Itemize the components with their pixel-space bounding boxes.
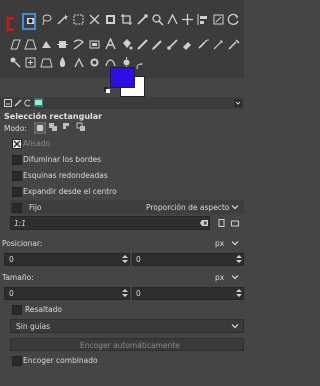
lasso-icon[interactable] <box>40 13 53 26</box>
unified-transform-icon[interactable] <box>40 38 53 51</box>
move-icon[interactable] <box>181 13 194 26</box>
antialias-checkbox[interactable] <box>12 139 22 149</box>
chevron-down-icon[interactable] <box>231 322 239 330</box>
configure-tab-icon[interactable] <box>234 99 242 107</box>
size-width-value: 0 <box>9 289 14 298</box>
heal-icon[interactable] <box>24 56 37 69</box>
foreground-select-icon[interactable] <box>104 13 117 26</box>
shear-icon[interactable] <box>9 38 22 51</box>
position-x-field[interactable] <box>4 253 130 266</box>
size-width-field[interactable] <box>4 287 130 300</box>
size-label: Tamaño: <box>2 273 34 282</box>
size-height-field[interactable] <box>132 287 244 300</box>
mypaint-brush-icon[interactable] <box>227 38 240 51</box>
rounded-corners-label: Esquinas redondeadas <box>23 171 108 180</box>
spinner-icon[interactable] <box>236 288 242 298</box>
rotate-icon[interactable] <box>227 13 240 26</box>
panel-title: Selección rectangular <box>4 112 103 121</box>
blur-icon[interactable] <box>56 56 69 69</box>
portrait-icon[interactable] <box>217 219 225 227</box>
position-y-field[interactable] <box>132 253 244 266</box>
chevron-down-icon[interactable] <box>231 239 239 247</box>
position-x-value: 0 <box>9 255 14 264</box>
bucket-fill-icon[interactable] <box>120 38 133 51</box>
size-height-value: 0 <box>136 289 141 298</box>
rect-select-icon[interactable] <box>24 15 37 28</box>
measure-icon[interactable] <box>166 13 179 26</box>
undo-history-tab-icon[interactable] <box>24 99 32 107</box>
handle-transform-icon[interactable] <box>56 38 69 51</box>
chevron-down-icon[interactable] <box>231 203 239 211</box>
ink-icon[interactable] <box>212 38 225 51</box>
text-icon[interactable] <box>104 38 117 51</box>
clear-field-icon[interactable] <box>200 219 208 227</box>
shrink-merged-checkbox[interactable] <box>12 356 22 366</box>
highlight-label: Resaltado <box>25 305 62 314</box>
cage-icon[interactable] <box>88 38 101 51</box>
mode-replace-button[interactable] <box>34 122 46 134</box>
pencil-icon[interactable] <box>151 38 164 51</box>
landscape-icon[interactable] <box>231 219 239 227</box>
auto-shrink-label: Encoger automáticamente <box>80 341 180 350</box>
red-mark <box>6 17 14 31</box>
feather-label: Difuminar los bordes <box>23 155 102 164</box>
transform-icon[interactable] <box>212 13 225 26</box>
by-color-select-icon[interactable] <box>72 13 85 26</box>
zoom-icon[interactable] <box>151 13 164 26</box>
reset-colors-icon[interactable] <box>104 86 110 93</box>
spinner-icon[interactable] <box>236 254 242 264</box>
fixed-label: Fijo <box>29 203 42 212</box>
position-y-value: 0 <box>136 255 141 264</box>
fuzzy-select-icon[interactable] <box>56 13 69 26</box>
mode-add-button[interactable] <box>48 122 58 132</box>
perspective-icon[interactable] <box>24 38 37 51</box>
swap-colors-icon[interactable] <box>136 63 143 70</box>
expand-center-label: Expandir desde el centro <box>23 187 117 196</box>
fixed-checkbox[interactable] <box>12 203 22 213</box>
rounded-corners-checkbox[interactable] <box>12 171 22 181</box>
aspect-ratio-value: 1:1 <box>14 219 27 228</box>
align-icon[interactable] <box>196 13 209 26</box>
toolbox <box>0 0 244 97</box>
spinner-icon[interactable] <box>122 288 128 298</box>
tool-options-tab-icon[interactable] <box>4 99 12 107</box>
size-unit-dropdown[interactable]: px <box>215 273 224 282</box>
eraser-icon[interactable] <box>181 38 194 51</box>
airbrush-icon[interactable] <box>196 38 209 51</box>
mode-intersect-button[interactable] <box>76 122 86 132</box>
eyedropper-icon[interactable] <box>136 13 149 26</box>
scissors-icon[interactable] <box>88 13 101 26</box>
spinner-icon[interactable] <box>122 254 128 264</box>
guides-value: Sin guías <box>16 322 51 331</box>
warp-icon[interactable] <box>72 38 85 51</box>
position-label: Posicionar: <box>2 239 43 248</box>
mode-subtract-button[interactable] <box>62 122 72 132</box>
expand-center-checkbox[interactable] <box>12 187 22 197</box>
perspective-clone-icon[interactable] <box>40 56 53 69</box>
clone-icon[interactable] <box>9 56 22 69</box>
crop-icon[interactable] <box>120 13 133 26</box>
smudge-icon[interactable] <box>72 56 85 69</box>
fixed-mode-dropdown[interactable]: Proporción de aspecto <box>146 203 229 212</box>
paintbrush-icon[interactable] <box>166 38 179 51</box>
feather-checkbox[interactable] <box>12 155 22 165</box>
dock-tab-bar <box>0 97 244 109</box>
aspect-ratio-field[interactable] <box>10 216 210 230</box>
highlight-checkbox[interactable] <box>12 305 22 315</box>
foreground-color-swatch[interactable] <box>110 67 135 88</box>
antialias-label: Alisado <box>23 139 51 148</box>
images-tab-icon[interactable] <box>34 98 43 107</box>
mode-label: Modo: <box>4 124 27 133</box>
gradient-icon[interactable] <box>136 38 149 51</box>
dodge-burn-icon[interactable] <box>88 56 101 69</box>
device-status-tab-icon[interactable] <box>14 99 22 107</box>
shrink-merged-label: Encoger combinado <box>23 356 98 365</box>
position-unit-dropdown[interactable]: px <box>215 239 224 248</box>
chevron-down-icon[interactable] <box>231 273 239 281</box>
